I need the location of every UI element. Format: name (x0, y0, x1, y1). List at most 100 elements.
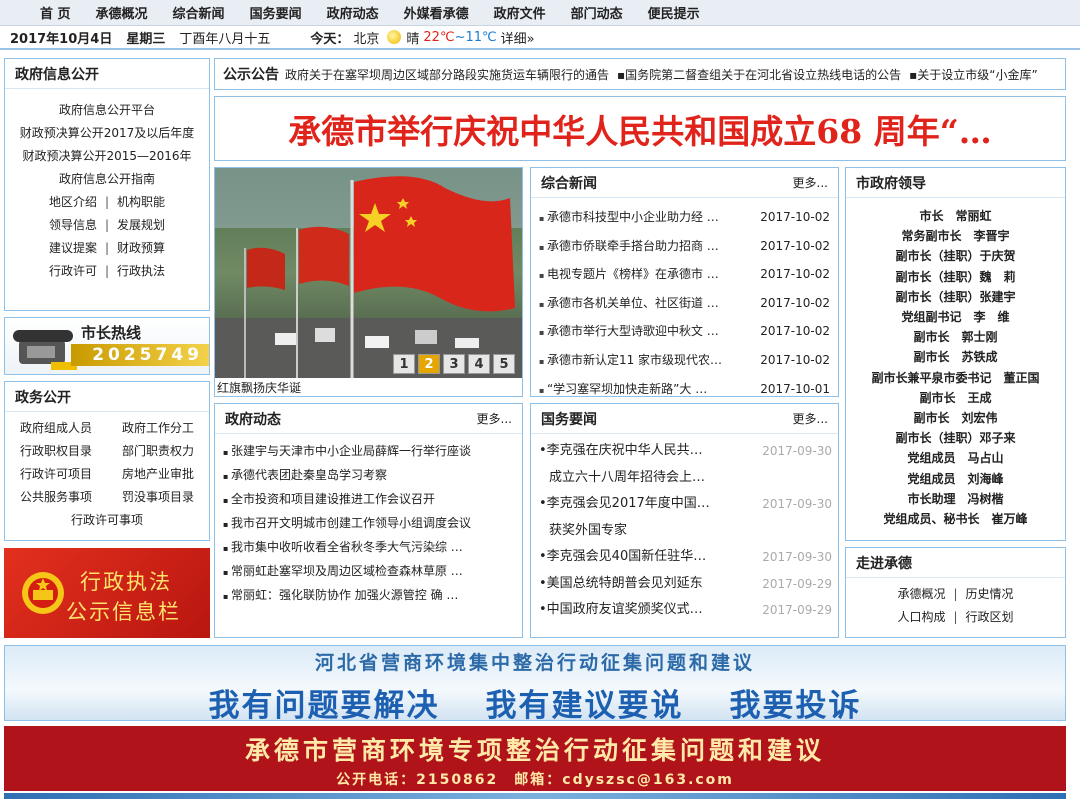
info-open-link[interactable]: 行政执法 (117, 264, 165, 278)
weather-detail-link[interactable]: 详细» (501, 28, 535, 47)
news-item[interactable]: 承德市科技型中小企业助力经 … 2017-10-02 (539, 204, 830, 233)
info-open-link[interactable]: 建议提案 (49, 241, 97, 255)
slide-page-button[interactable]: 4 (468, 354, 490, 374)
nav-item-0[interactable]: 首 页 (40, 3, 71, 22)
notice-item[interactable]: ▪关于设立市级“小金库” (909, 68, 1038, 82)
affairs-link[interactable]: 行政许可项目 (20, 463, 92, 486)
gov-news-item[interactable]: 我市召开文明城市创建工作领导小组调度会议 (215, 512, 522, 536)
headline-text[interactable]: 承德市举行庆祝中华人民共和国成立68 周年“… (288, 105, 991, 153)
nav-item-1[interactable]: 承德概况 (96, 3, 148, 22)
news-item[interactable]: 承德市新认定11 家市级现代农… 2017-10-02 (539, 347, 830, 376)
chengde-link[interactable]: 人口构成 (897, 610, 945, 624)
leader-entry[interactable]: 常务副市长 李晋宇 (846, 226, 1065, 246)
news-item[interactable]: 承德市各机关单位、社区街道 … 2017-10-02 (539, 290, 830, 319)
headline-panel[interactable]: 承德市举行庆祝中华人民共和国成立68 周年“… (214, 96, 1066, 161)
leader-entry[interactable]: 副市长（挂职）张建宇 (846, 287, 1065, 307)
info-open-link[interactable]: 机构职能 (117, 195, 165, 209)
affairs-link[interactable]: 房地产业审批 (122, 463, 194, 486)
news-item[interactable]: 承德市举行大型诗歌迎中秋文 … 2017-10-02 (539, 318, 830, 347)
news-item[interactable]: 电视专题片《榜样》在承德市 … 2017-10-02 (539, 261, 830, 290)
state-news-title[interactable]: •李克强在庆祝中华人民共… (539, 438, 703, 465)
news-item-title[interactable]: 承德市各机关单位、社区街道 … (539, 290, 719, 319)
leader-entry[interactable]: 副市长（挂职）魏 莉 (846, 267, 1065, 287)
mayor-hotline-banner[interactable]: 市长热线 2025749 (4, 317, 210, 375)
slide-page-button[interactable]: 3 (443, 354, 465, 374)
news-item-title[interactable]: “学习塞罕坝加快走新路”大 … (539, 376, 707, 396)
leader-entry[interactable]: 副市长（挂职）于庆贺 (846, 246, 1065, 266)
nav-item-4[interactable]: 政府动态 (327, 3, 379, 22)
gov-news-item[interactable]: 张建宇与天津市中小企业局薛辉一行举行座谈 (215, 440, 522, 464)
leader-entry[interactable]: 副市长 郭士刚 (846, 327, 1065, 347)
chengde-link[interactable]: 历史情况 (966, 587, 1014, 601)
news-item-title[interactable]: 承德市科技型中小企业助力经 … (539, 204, 719, 233)
info-open-link[interactable]: 领导信息 (49, 218, 97, 232)
gov-news-item[interactable]: 常丽虹赴塞罕坝及周边区域检查森林草原 … (215, 560, 522, 584)
state-news-title[interactable]: •美国总统特朗普会见刘延东 (539, 571, 703, 598)
leader-entry[interactable]: 党组副书记 李 维 (846, 307, 1065, 327)
leader-entry[interactable]: 副市长兼平泉市委书记 董正国 (846, 368, 1065, 388)
leader-entry[interactable]: 副市长 苏铁成 (846, 347, 1065, 367)
affairs-link[interactable]: 政府组成人员 (20, 417, 92, 440)
news-item-title[interactable]: 承德市侨联牵手搭台助力招商 … (539, 233, 719, 262)
slideshow-image[interactable] (215, 168, 522, 378)
info-open-link[interactable]: 财政预决算公开2015—2016年 (5, 145, 209, 168)
state-news-item[interactable]: •中国政府友谊奖颁奖仪式… 2017-09-29 (539, 597, 832, 624)
nav-item-7[interactable]: 部门动态 (571, 3, 623, 22)
gov-news-item[interactable]: 我市集中收听收看全省秋冬季大气污染综 … (215, 536, 522, 560)
leader-entry[interactable]: 副市长 刘宏伟 (846, 408, 1065, 428)
gov-news-more-link[interactable]: 更多... (477, 410, 512, 427)
affairs-link[interactable]: 公共服务事项 (20, 486, 92, 509)
slide-page-button[interactable]: 1 (393, 354, 415, 374)
law-enforcement-banner[interactable]: 行政执法 公示信息栏 (4, 548, 210, 638)
news-item[interactable]: 承德市侨联牵手搭台助力招商 … 2017-10-02 (539, 233, 830, 262)
leader-entry[interactable]: 党组成员 刘海峰 (846, 469, 1065, 489)
slide-page-button[interactable]: 5 (493, 354, 515, 374)
leader-entry[interactable]: 副市长 王成 (846, 388, 1065, 408)
gov-news-item[interactable]: 常丽虹：强化联防协作 加强火源管控 确 … (215, 584, 522, 608)
info-open-link[interactable]: 政府信息公开平台 (5, 99, 209, 122)
state-news-more-link[interactable]: 更多... (793, 410, 828, 427)
state-news-item[interactable]: •李克强会见2017年度中国… 2017-09-30 (539, 491, 832, 518)
notice-item[interactable]: 政府关于在塞罕坝周边区域部分路段实施货运车辆限行的通告 (285, 68, 609, 82)
state-news-item[interactable]: 获奖外国专家 (539, 518, 832, 545)
info-open-link[interactable]: 行政许可 (49, 264, 97, 278)
info-open-link[interactable]: 政府信息公开指南 (5, 168, 209, 191)
state-news-title[interactable]: 成立六十八周年招待会上… (539, 465, 705, 492)
leader-entry[interactable]: 党组成员 马占山 (846, 448, 1065, 468)
news-more-link[interactable]: 更多... (793, 174, 828, 191)
leader-entry[interactable]: 党组成员、秘书长 崔万峰 (846, 509, 1065, 529)
gov-news-item[interactable]: 承德代表团赴秦皇岛学习考察 (215, 464, 522, 488)
slideshow-caption[interactable]: 红旗飘扬庆华诞 (217, 379, 301, 396)
business-env-banner-chengde[interactable]: 承德市营商环境专项整治行动征集问题和建议 公开电话：2150862 邮箱：cdy… (4, 726, 1066, 791)
state-news-title[interactable]: 获奖外国专家 (539, 518, 627, 545)
info-open-link[interactable]: 地区介绍 (49, 195, 97, 209)
chengde-link[interactable]: 行政区划 (966, 610, 1014, 624)
info-open-link[interactable]: 财政预决算公开2017及以后年度 (5, 122, 209, 145)
state-news-item[interactable]: •李克强在庆祝中华人民共… 2017-09-30 (539, 438, 832, 465)
state-news-title[interactable]: •李克强会见2017年度中国… (539, 491, 710, 518)
state-news-title[interactable]: •李克强会见40国新任驻华… (539, 544, 706, 571)
affairs-link[interactable]: 罚没事项目录 (122, 486, 194, 509)
nav-item-6[interactable]: 政府文件 (494, 3, 546, 22)
nav-item-8[interactable]: 便民提示 (648, 3, 700, 22)
leader-entry[interactable]: 市长 常丽虹 (846, 206, 1065, 226)
nav-item-2[interactable]: 综合新闻 (173, 3, 225, 22)
state-news-item[interactable]: •李克强会见40国新任驻华… 2017-09-30 (539, 544, 832, 571)
news-item-title[interactable]: 承德市新认定11 家市级现代农… (539, 347, 722, 376)
state-news-title[interactable]: •中国政府友谊奖颁奖仪式… (539, 597, 703, 624)
affairs-link[interactable]: 行政职权目录 (20, 440, 92, 463)
nav-item-3[interactable]: 国务要闻 (250, 3, 302, 22)
gov-news-item[interactable]: 全市投资和项目建设推进工作会议召开 (215, 488, 522, 512)
affairs-link[interactable]: 政府工作分工 (122, 417, 194, 440)
leader-entry[interactable]: 副市长（挂职）邓子来 (846, 428, 1065, 448)
news-item-title[interactable]: 承德市举行大型诗歌迎中秋文 … (539, 318, 719, 347)
notice-item[interactable]: ▪国务院第二督查组关于在河北省设立热线电话的公告 (617, 68, 901, 82)
info-open-link[interactable]: 发展规划 (117, 218, 165, 232)
chengde-link[interactable]: 承德概况 (897, 587, 945, 601)
state-news-item[interactable]: •美国总统特朗普会见刘延东 2017-09-29 (539, 571, 832, 598)
news-item[interactable]: “学习塞罕坝加快走新路”大 … 2017-10-01 (539, 376, 830, 396)
nav-item-5[interactable]: 外媒看承德 (404, 3, 469, 22)
info-open-link[interactable]: 财政预算 (117, 241, 165, 255)
affairs-link[interactable]: 部门职责权力 (122, 440, 194, 463)
state-news-item[interactable]: 成立六十八周年招待会上… (539, 465, 832, 492)
